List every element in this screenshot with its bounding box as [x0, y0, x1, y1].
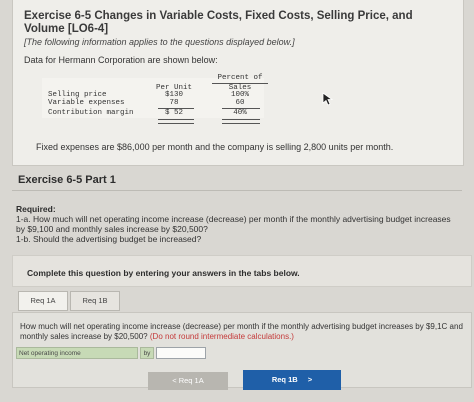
answer-label: Net operating income: [16, 347, 138, 359]
part-title: Exercise 6-5 Part 1: [18, 174, 116, 186]
instruction-banner-text: Complete this question by entering your …: [27, 268, 300, 278]
answer-by-label: by: [140, 347, 154, 359]
total-rule-unit: [158, 119, 194, 124]
exercise-intro: Data for Hermann Corporation are shown b…: [24, 55, 218, 65]
row-label-selling-price: Selling price: [48, 91, 107, 99]
row-value-variable-pct: 60: [235, 99, 245, 107]
exercise-note: [The following information applies to th…: [24, 37, 295, 47]
required-heading: Required:: [16, 204, 56, 214]
row-value-cm-unit: $ 52: [164, 109, 183, 117]
col-header-percent-of: Percent of: [217, 74, 263, 82]
divider: [12, 190, 462, 191]
row-value-selling-price-unit: $130: [164, 91, 183, 99]
prev-req-button[interactable]: < Req 1A: [148, 372, 228, 390]
mouse-cursor-icon: [322, 92, 334, 106]
question-text: How much will net operating income incre…: [20, 322, 470, 341]
total-rule-pct: [222, 119, 260, 124]
answer-input[interactable]: [156, 347, 206, 359]
fixed-expenses-note: Fixed expenses are $86,000 per month and…: [36, 142, 394, 152]
row-label-variable-expenses: Variable expenses: [48, 99, 125, 107]
tab-req-1a[interactable]: Req 1A: [18, 291, 68, 311]
row-value-variable-unit: 78: [169, 99, 179, 107]
next-req-label: Req 1B: [271, 375, 298, 384]
next-req-button[interactable]: Req 1B >: [243, 370, 341, 390]
required-list: 1-a. How much will net operating income …: [16, 214, 456, 244]
question-hint: (Do not round intermediate calculations.…: [149, 331, 294, 341]
chevron-right-icon: >: [307, 375, 313, 384]
required-1a: 1-a. How much will net operating income …: [16, 214, 451, 234]
row-value-selling-price-pct: 100%: [230, 91, 249, 99]
exercise-title: Exercise 6-5 Changes in Variable Costs, …: [24, 10, 413, 35]
row-label-contribution-margin: Contribution margin: [48, 109, 134, 117]
row-value-cm-pct: 40%: [233, 109, 247, 117]
tab-req-1b[interactable]: Req 1B: [70, 291, 120, 311]
required-1b: 1-b. Should the advertising budget be in…: [16, 234, 202, 244]
